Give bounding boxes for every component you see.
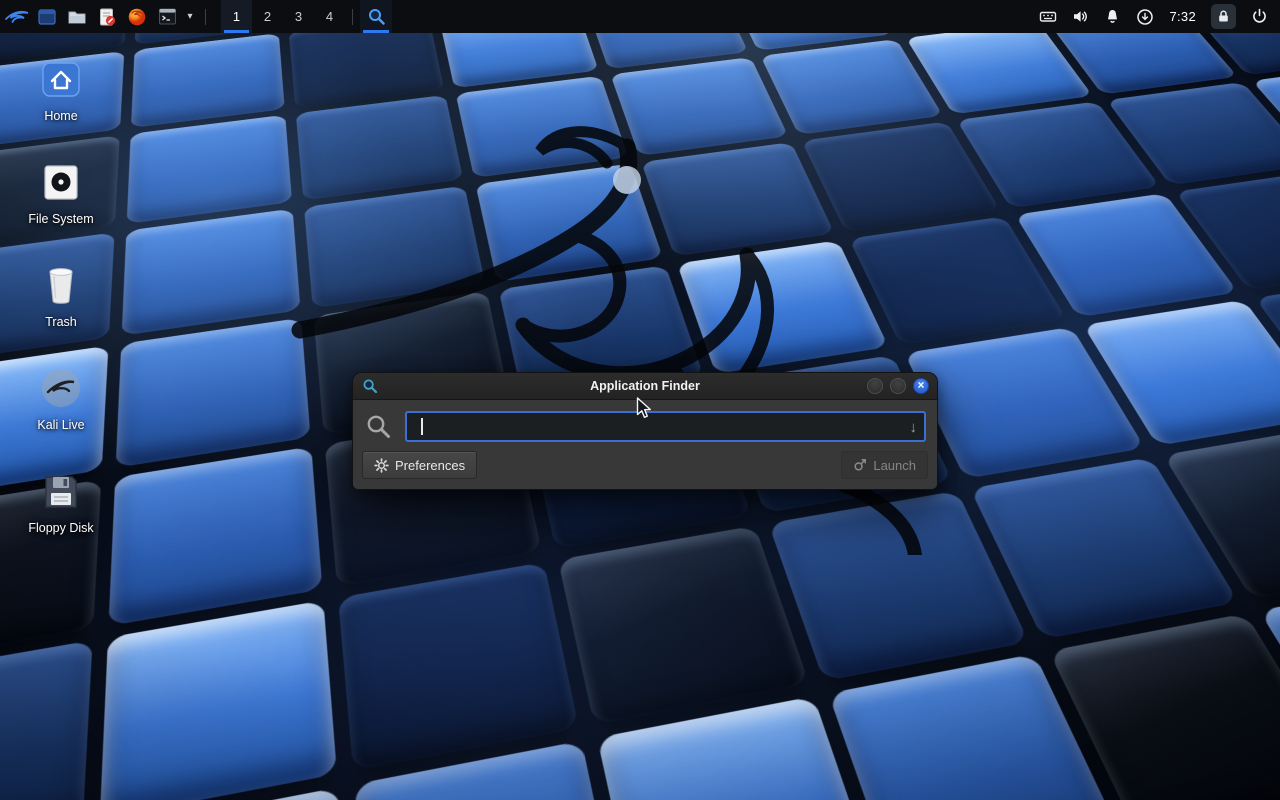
application-finder-task-icon xyxy=(367,7,386,26)
launch-button[interactable]: Launch xyxy=(841,451,928,479)
updates-indicator[interactable] xyxy=(1136,8,1154,26)
window-title: Application Finder xyxy=(590,379,700,393)
desktop-icon-label: Home xyxy=(44,109,77,123)
terminal-icon xyxy=(157,6,178,27)
taskbar-application-finder[interactable] xyxy=(360,0,392,33)
kali-live-icon xyxy=(40,367,82,409)
preferences-label: Preferences xyxy=(395,458,465,473)
folder-icon xyxy=(66,6,88,28)
system-tray: 7:32 xyxy=(1039,4,1274,29)
update-circle-icon xyxy=(1136,8,1154,26)
trash-icon xyxy=(43,264,79,306)
desktop-icon-kali-live[interactable]: Kali Live xyxy=(16,365,106,432)
keyboard-indicator[interactable] xyxy=(1039,8,1057,25)
workspace-1[interactable]: 1 xyxy=(221,0,252,33)
file-system-icon xyxy=(41,163,81,203)
text-caret xyxy=(421,418,423,435)
desktop-icon-label: Kali Live xyxy=(37,418,84,432)
clock[interactable]: 7:32 xyxy=(1169,9,1196,24)
home-icon xyxy=(39,60,83,100)
window-manager-launcher[interactable] xyxy=(32,0,62,33)
top-panel: ▾ 1 2 3 4 xyxy=(0,0,1280,33)
chevron-down-icon: ▾ xyxy=(187,11,192,22)
search-input[interactable] xyxy=(407,413,924,440)
desktop-icon-label: File System xyxy=(28,212,93,226)
close-button[interactable]: × xyxy=(913,378,929,394)
document-icon xyxy=(96,6,118,28)
window-body: ↓ Preferences xyxy=(353,400,937,489)
desktop-icon-label: Trash xyxy=(45,315,77,329)
workspace-switcher: 1 2 3 4 xyxy=(221,0,345,33)
gear-icon xyxy=(374,458,389,473)
lock-screen-button[interactable] xyxy=(1211,4,1236,29)
kali-logo-icon xyxy=(4,4,30,30)
search-entry: ↓ xyxy=(405,411,926,442)
dropdown-arrow-icon[interactable]: ↓ xyxy=(910,417,918,438)
window-icon xyxy=(36,6,58,28)
floppy-disk-icon xyxy=(41,472,81,512)
desktop-icon-floppy-disk[interactable]: Floppy Disk xyxy=(16,468,106,535)
notifications-indicator[interactable] xyxy=(1104,8,1121,25)
desktop-icon-column: Home File System Trash xyxy=(16,56,106,535)
application-finder-window: Application Finder × ↓ xyxy=(352,372,938,490)
panel-separator xyxy=(205,9,206,25)
workspace-4[interactable]: 4 xyxy=(314,0,345,33)
terminal-dropdown-button[interactable]: ▾ xyxy=(182,0,198,33)
bell-icon xyxy=(1104,8,1121,25)
logout-button[interactable] xyxy=(1251,8,1268,25)
speaker-icon xyxy=(1072,8,1089,25)
panel-separator xyxy=(352,9,353,25)
application-finder-window-icon xyxy=(362,378,378,394)
lock-icon xyxy=(1216,9,1231,24)
keyboard-icon xyxy=(1039,8,1057,25)
workspace-3[interactable]: 3 xyxy=(283,0,314,33)
launch-icon xyxy=(853,458,867,472)
preferences-button[interactable]: Preferences xyxy=(362,451,477,479)
launch-label: Launch xyxy=(873,458,916,473)
maximize-button[interactable] xyxy=(890,378,906,394)
kali-menu-button[interactable] xyxy=(2,0,32,33)
logout-icon xyxy=(1251,8,1268,25)
search-icon xyxy=(365,413,392,440)
firefox-launcher[interactable] xyxy=(122,0,152,33)
titlebar[interactable]: Application Finder × xyxy=(353,373,937,400)
text-editor-launcher[interactable] xyxy=(92,0,122,33)
desktop-icon-label: Floppy Disk xyxy=(28,521,93,535)
file-manager-launcher[interactable] xyxy=(62,0,92,33)
minimize-button[interactable] xyxy=(867,378,883,394)
desktop-icon-trash[interactable]: Trash xyxy=(16,262,106,329)
firefox-icon xyxy=(126,6,148,28)
desktop-icon-home[interactable]: Home xyxy=(16,56,106,123)
volume-indicator[interactable] xyxy=(1072,8,1089,25)
desktop-icon-file-system[interactable]: File System xyxy=(16,159,106,226)
workspace-2[interactable]: 2 xyxy=(252,0,283,33)
terminal-launcher[interactable] xyxy=(152,0,182,33)
